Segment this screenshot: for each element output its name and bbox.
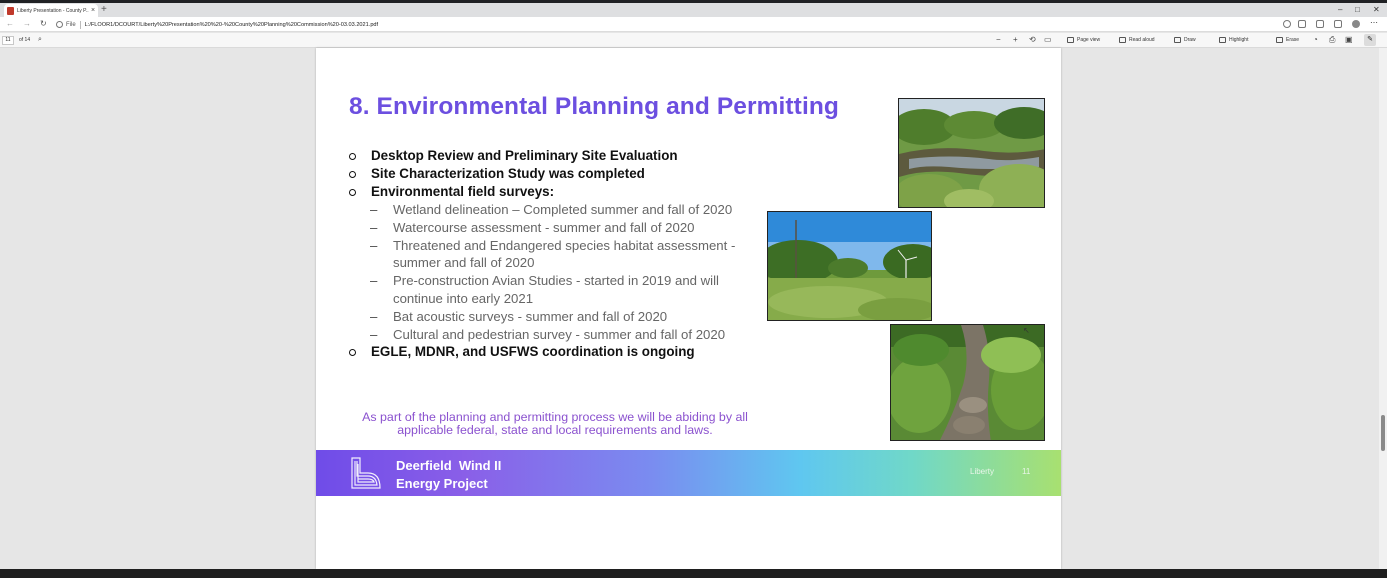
site-info-icon[interactable]: [56, 21, 63, 28]
sub-bullet-text: Bat acoustic surveys - summer and fall o…: [393, 308, 668, 324]
scrollbar-thumb[interactable]: [1381, 415, 1385, 451]
brand-label: Liberty: [970, 467, 995, 476]
erase-label: Erase: [1286, 37, 1300, 43]
field-photo: [767, 211, 932, 321]
tab-title: Liberty Presentation - County P...: [17, 7, 89, 14]
tab-strip: Liberty Presentation - County P... × + –…: [0, 0, 1387, 17]
file-label: File: [66, 21, 76, 28]
bullet-circle-icon: [349, 153, 356, 160]
read-aloud-button[interactable]: Read aloud: [1119, 37, 1155, 43]
search-icon[interactable]: ⌕: [38, 36, 42, 44]
draw-button[interactable]: Draw: [1174, 37, 1196, 43]
highlight-label: Highlight: [1229, 37, 1249, 43]
highlight-icon: [1219, 37, 1226, 43]
pdf-page: 8. Environmental Planning and Permitting…: [316, 48, 1061, 569]
project-title: Deerfield Wind II Energy Project: [396, 458, 502, 491]
collections-icon[interactable]: [1334, 20, 1342, 28]
sub-bullet-item: – Threatened and Endangered species habi…: [349, 237, 769, 273]
erase-icon: [1276, 37, 1283, 43]
minimize-button[interactable]: –: [1338, 5, 1342, 15]
bullet-item: Site Characterization Study was complete…: [349, 165, 769, 183]
bullet-item: Environmental field surveys:: [349, 183, 769, 201]
maximize-button[interactable]: □: [1355, 5, 1360, 15]
print-icon[interactable]: ⎙: [1329, 35, 1335, 45]
save-icon[interactable]: ▣: [1345, 35, 1353, 45]
page-view-label: Page view: [1077, 37, 1101, 43]
forward-icon[interactable]: →: [23, 19, 31, 29]
tab-close-icon[interactable]: ×: [91, 7, 95, 15]
browser-tab[interactable]: Liberty Presentation - County P... ×: [4, 4, 98, 17]
planning-note: As part of the planning and permitting p…: [362, 410, 748, 437]
sub-bullet-text: Threatened and Endangered species habita…: [393, 237, 736, 271]
page-view-button[interactable]: Page view: [1067, 37, 1100, 43]
read-mode-icon[interactable]: [1298, 20, 1306, 28]
fit-page-icon[interactable]: ▭: [1044, 35, 1052, 45]
read-aloud-icon: [1119, 37, 1126, 43]
bullet-item: EGLE, MDNR, and USFWS coordination is on…: [349, 343, 769, 361]
rotate-icon[interactable]: ⟲: [1029, 35, 1036, 45]
mouse-cursor-icon: ↖: [1023, 326, 1030, 335]
browser-window: Liberty Presentation - County P... × + –…: [0, 0, 1387, 578]
page-view-icon: [1067, 37, 1074, 43]
draw-icon: [1174, 37, 1181, 43]
address-separator: [79, 20, 81, 29]
sub-bullet-item: – Bat acoustic surveys - summer and fall…: [349, 308, 769, 326]
dash-icon: –: [370, 273, 378, 289]
bullet-circle-icon: [349, 349, 356, 357]
liberty-logo-icon: [351, 457, 381, 489]
pdf-viewer: 8. Environmental Planning and Permitting…: [0, 48, 1387, 569]
highlight-button[interactable]: Highlight: [1219, 37, 1248, 43]
bullet-text: Site Characterization Study was complete…: [371, 166, 645, 181]
dash-icon: –: [370, 237, 378, 253]
back-icon[interactable]: ←: [6, 19, 14, 29]
pdf-favicon-icon: [7, 6, 14, 15]
zoom-in-button[interactable]: +: [1013, 35, 1018, 45]
dash-icon: –: [370, 219, 378, 235]
close-window-button[interactable]: ✕: [1373, 5, 1380, 15]
reload-icon[interactable]: ↻: [40, 19, 47, 29]
address-bar[interactable]: File L:/FLOOR1/DCOURT/Liberty%20Presenta…: [56, 19, 1276, 30]
more-menu-icon[interactable]: ⋯: [1370, 18, 1378, 27]
zoom-icon[interactable]: [1283, 20, 1291, 28]
taskbar: [0, 569, 1387, 578]
favorites-icon[interactable]: [1316, 20, 1324, 28]
footer-banner: Deerfield Wind II Energy Project Liberty…: [316, 450, 1061, 496]
bullet-list: Desktop Review and Preliminary Site Eval…: [349, 147, 769, 361]
erase-button[interactable]: Erase: [1276, 37, 1299, 43]
draw-label: Draw: [1184, 37, 1196, 43]
address-bar-row: ← → ↻ File L:/FLOOR1/DCOURT/Liberty%20Pr…: [0, 17, 1387, 32]
sub-bullet-item: – Wetland delineation – Completed summer…: [349, 201, 769, 219]
bullet-circle-icon: [349, 189, 356, 196]
sub-bullet-item: – Pre-construction Avian Studies - start…: [349, 272, 769, 308]
sub-bullet-item: – Watercourse assessment - summer and fa…: [349, 219, 769, 237]
dash-icon: –: [370, 326, 378, 342]
zoom-out-button[interactable]: −: [996, 35, 1001, 45]
sub-bullet-text: Watercourse assessment - summer and fall…: [393, 219, 695, 235]
dash-icon: –: [370, 202, 378, 217]
slide-page-number: 11: [1022, 467, 1031, 476]
creek-photo: [890, 324, 1045, 441]
profile-avatar[interactable]: [1352, 20, 1360, 28]
sub-bullet-item: – Cultural and pedestrian survey - summe…: [349, 326, 769, 344]
sub-bullet-text: Wetland delineation – Completed summer a…: [393, 202, 733, 217]
bullet-item: Desktop Review and Preliminary Site Eval…: [349, 147, 769, 165]
bullet-text: Environmental field surveys:: [371, 184, 555, 199]
new-tab-button[interactable]: +: [101, 5, 107, 15]
sub-bullet-text: Pre-construction Avian Studies - started…: [393, 273, 719, 306]
read-aloud-label: Read aloud: [1129, 37, 1155, 43]
slide-title: 8. Environmental Planning and Permitting: [349, 93, 839, 120]
pond-photo: [898, 98, 1045, 208]
bullet-text: EGLE, MDNR, and USFWS coordination is on…: [371, 344, 695, 360]
add-text-icon[interactable]: ◔: [1313, 35, 1318, 45]
pdf-toolbar: 11 of 14 ⌕ − + ⟲ ▭ Page view Read aloud …: [0, 33, 1387, 48]
sub-bullet-text: Cultural and pedestrian survey - summer …: [393, 326, 726, 342]
bullet-circle-icon: [349, 171, 356, 178]
vertical-scrollbar[interactable]: [1379, 48, 1387, 569]
dash-icon: –: [370, 308, 378, 324]
url-text[interactable]: L:/FLOOR1/DCOURT/Liberty%20Presentation%…: [85, 22, 378, 28]
bullet-text: Desktop Review and Preliminary Site Eval…: [371, 148, 678, 163]
page-number-input[interactable]: 11: [2, 36, 14, 45]
pin-toolbar-button[interactable]: ✎: [1364, 34, 1376, 46]
page-count: of 14: [19, 37, 31, 43]
